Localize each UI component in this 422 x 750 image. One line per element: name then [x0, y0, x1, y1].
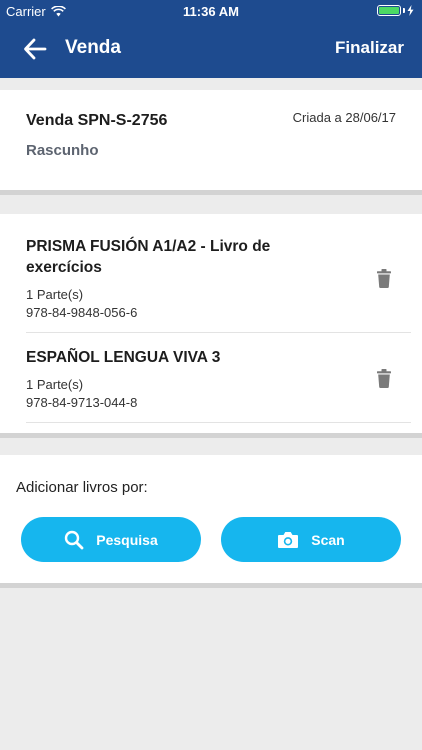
clock: 11:36 AM	[183, 4, 239, 19]
trash-icon[interactable]	[376, 269, 392, 288]
card-divider	[0, 583, 422, 588]
finalize-button[interactable]: Finalizar	[335, 38, 404, 58]
trash-icon[interactable]	[376, 369, 392, 388]
book-parts: 1 Parte(s)	[26, 287, 84, 302]
search-button[interactable]: Pesquisa	[21, 517, 201, 562]
charging-bolt-icon	[407, 5, 414, 16]
list-item[interactable]: PRISMA FUSIÓN A1/A2 - Livro de exercício…	[26, 236, 411, 320]
list-divider	[26, 332, 411, 333]
book-isbn: 978-84-9848-056-6	[26, 305, 138, 320]
card-divider	[0, 190, 422, 195]
sale-status: Rascunho	[26, 142, 99, 159]
battery-icon	[377, 5, 401, 16]
created-date: Criada a 28/06/17	[292, 110, 396, 125]
arrow-left-icon[interactable]	[22, 36, 48, 62]
battery-indicator	[377, 5, 414, 16]
nav-bar: Venda Finalizar	[0, 22, 422, 78]
page-title: Venda	[65, 37, 121, 58]
status-bar: Carrier 11:36 AM	[0, 0, 422, 22]
scan-button[interactable]: Scan	[221, 517, 401, 562]
scan-button-label: Scan	[311, 531, 345, 548]
camera-icon	[278, 531, 299, 548]
card-divider	[0, 433, 422, 438]
book-title: ESPAÑOL LENGUA VIVA 3	[26, 349, 221, 366]
add-books-card: Adicionar livros por: Pesquisa Scan	[0, 455, 422, 583]
book-parts: 1 Parte(s)	[26, 377, 84, 392]
list-item[interactable]: ESPAÑOL LENGUA VIVA 3 1 Parte(s) 978-84-…	[26, 347, 411, 410]
books-list-card: PRISMA FUSIÓN A1/A2 - Livro de exercício…	[0, 214, 422, 433]
top-bar: Carrier 11:36 AM Venda Finalizar	[0, 0, 422, 78]
sale-info-card: Venda SPN-S-2756 Criada a 28/06/17 Rascu…	[0, 90, 422, 190]
search-button-label: Pesquisa	[96, 531, 158, 548]
book-title: PRISMA FUSIÓN A1/A2 - Livro de exercício…	[26, 238, 271, 276]
add-books-label: Adicionar livros por:	[16, 479, 148, 496]
book-isbn: 978-84-9713-044-8	[26, 395, 138, 410]
list-divider	[26, 422, 411, 423]
search-icon	[65, 530, 84, 549]
sale-id: Venda SPN-S-2756	[26, 112, 168, 129]
